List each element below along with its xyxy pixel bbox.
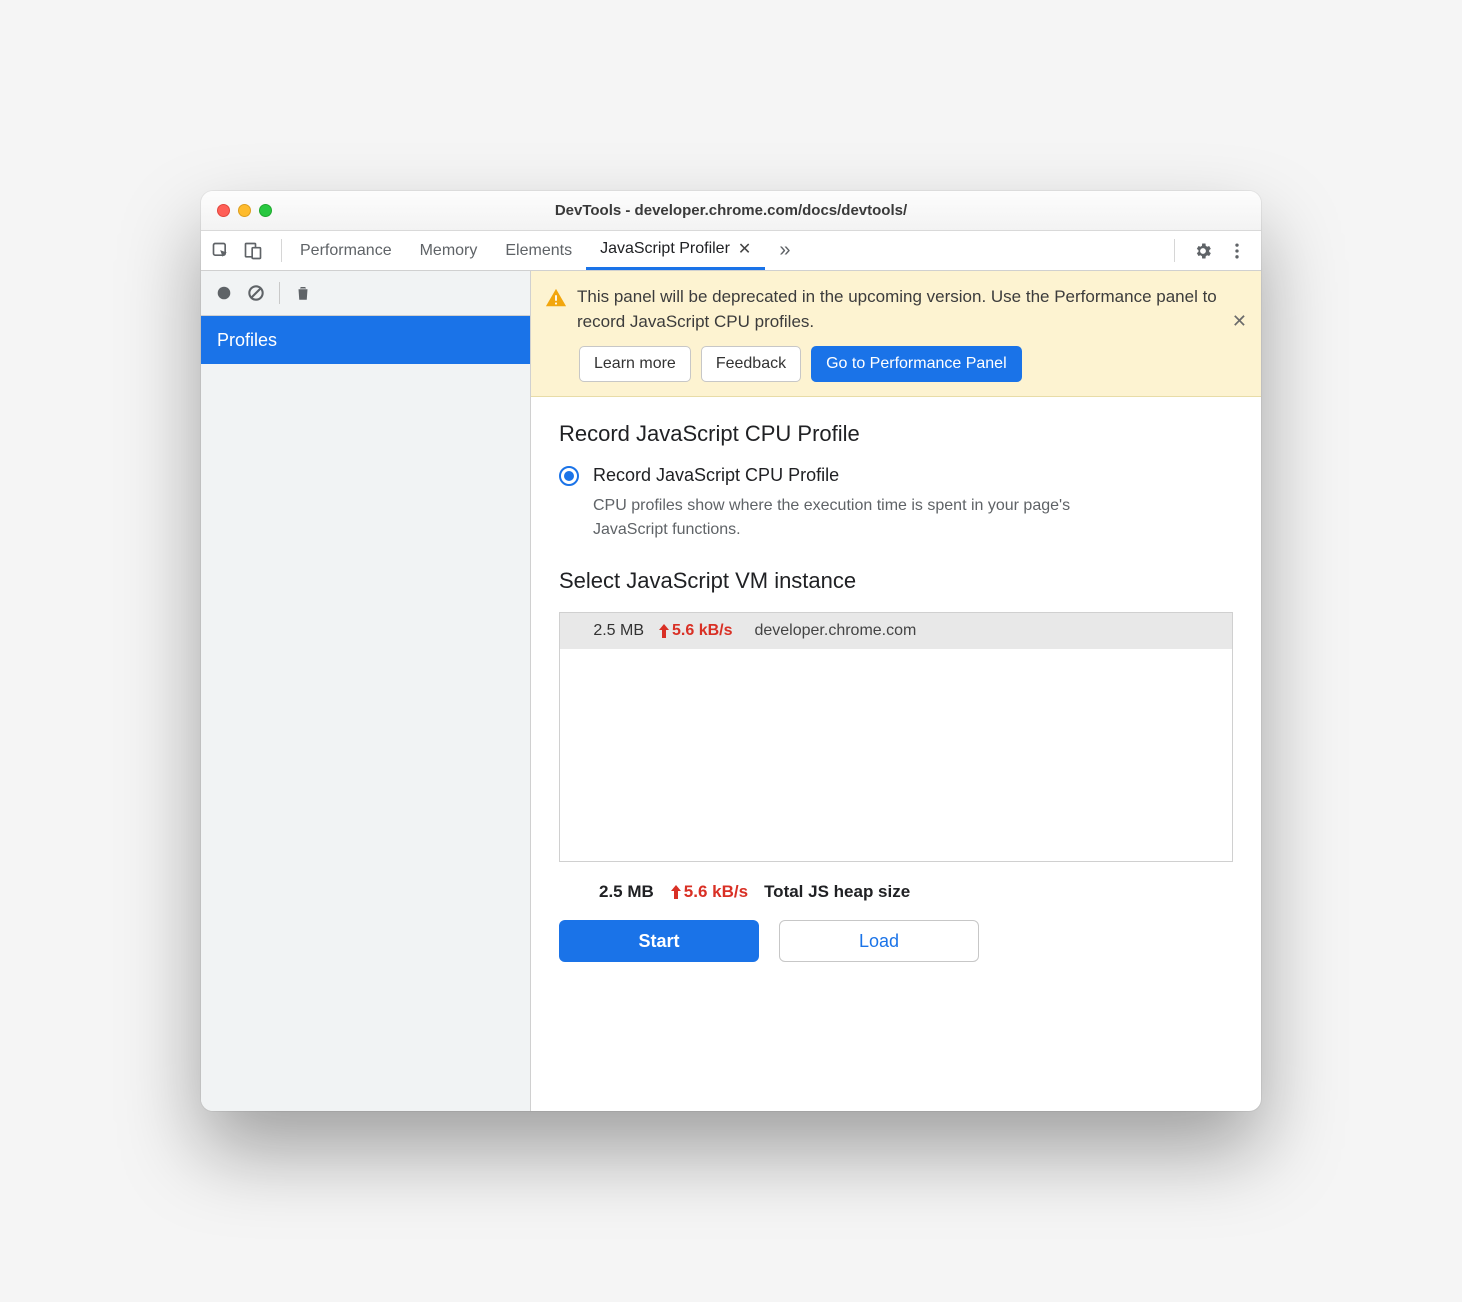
- feedback-button[interactable]: Feedback: [701, 346, 801, 382]
- sidebar: Profiles: [201, 271, 531, 1111]
- vm-heap-rate: 5.6 kB/s: [658, 622, 732, 640]
- delete-icon[interactable]: [292, 282, 314, 304]
- window-title: DevTools - developer.chrome.com/docs/dev…: [201, 202, 1261, 219]
- radio-description: CPU profiles show where the execution ti…: [593, 494, 1133, 542]
- warning-icon: [545, 287, 567, 309]
- profiler-content: Record JavaScript CPU Profile Record Jav…: [531, 397, 1261, 1111]
- divider: [281, 239, 282, 262]
- record-icon[interactable]: [213, 282, 235, 304]
- deprecation-banner: This panel will be deprecated in the upc…: [531, 271, 1261, 397]
- record-heading: Record JavaScript CPU Profile: [559, 421, 1233, 447]
- vm-heading: Select JavaScript VM instance: [559, 568, 1233, 594]
- close-window-icon[interactable]: [217, 204, 230, 217]
- device-toggle-icon[interactable]: [243, 241, 263, 261]
- divider: [279, 282, 280, 304]
- start-button[interactable]: Start: [559, 920, 759, 962]
- kebab-menu-icon[interactable]: [1227, 241, 1247, 261]
- goto-performance-button[interactable]: Go to Performance Panel: [811, 346, 1022, 382]
- arrow-up-icon: [670, 885, 682, 899]
- tab-javascript-profiler[interactable]: JavaScript Profiler ✕: [586, 231, 765, 270]
- profile-toolbar: [201, 271, 530, 316]
- titlebar: DevTools - developer.chrome.com/docs/dev…: [201, 191, 1261, 231]
- vm-instance-list: 2.5 MB 5.6 kB/s developer.chrome.com: [559, 612, 1233, 862]
- clear-icon[interactable]: [245, 282, 267, 304]
- total-heap-size: 2.5 MB: [599, 882, 654, 902]
- settings-gear-icon[interactable]: [1193, 241, 1213, 261]
- radio-label: Record JavaScript CPU Profile: [593, 465, 839, 486]
- learn-more-button[interactable]: Learn more: [579, 346, 691, 382]
- vm-heap-size: 2.5 MB: [574, 622, 644, 640]
- total-heap-label: Total JS heap size: [764, 882, 910, 902]
- tab-memory[interactable]: Memory: [406, 231, 492, 270]
- inspect-element-icon[interactable]: [211, 241, 231, 261]
- minimize-window-icon[interactable]: [238, 204, 251, 217]
- fullscreen-window-icon[interactable]: [259, 204, 272, 217]
- tabstrip: Performance Memory Elements JavaScript P…: [201, 231, 1261, 271]
- main-panel: This panel will be deprecated in the upc…: [531, 271, 1261, 1111]
- more-tabs-icon[interactable]: »: [765, 231, 804, 270]
- divider: [1174, 239, 1175, 262]
- total-heap-rate: 5.6 kB/s: [670, 882, 748, 902]
- banner-close-icon[interactable]: ✕: [1232, 311, 1247, 332]
- tab-performance[interactable]: Performance: [286, 231, 406, 270]
- devtools-window: DevTools - developer.chrome.com/docs/dev…: [201, 191, 1261, 1111]
- vm-instance-row[interactable]: 2.5 MB 5.6 kB/s developer.chrome.com: [560, 613, 1232, 649]
- tab-elements[interactable]: Elements: [491, 231, 586, 270]
- banner-text: This panel will be deprecated in the upc…: [577, 285, 1243, 334]
- arrow-up-icon: [658, 624, 670, 638]
- radio-icon: [559, 466, 579, 486]
- heap-totals: 2.5 MB 5.6 kB/s Total JS heap size: [599, 882, 1233, 902]
- traffic-lights: [201, 204, 272, 217]
- sidebar-item-profiles[interactable]: Profiles: [201, 316, 530, 364]
- close-tab-icon[interactable]: ✕: [738, 239, 751, 259]
- tab-label: JavaScript Profiler: [600, 240, 730, 258]
- vm-host: developer.chrome.com: [754, 622, 916, 640]
- record-profile-radio[interactable]: Record JavaScript CPU Profile: [559, 465, 1233, 486]
- load-button[interactable]: Load: [779, 920, 979, 962]
